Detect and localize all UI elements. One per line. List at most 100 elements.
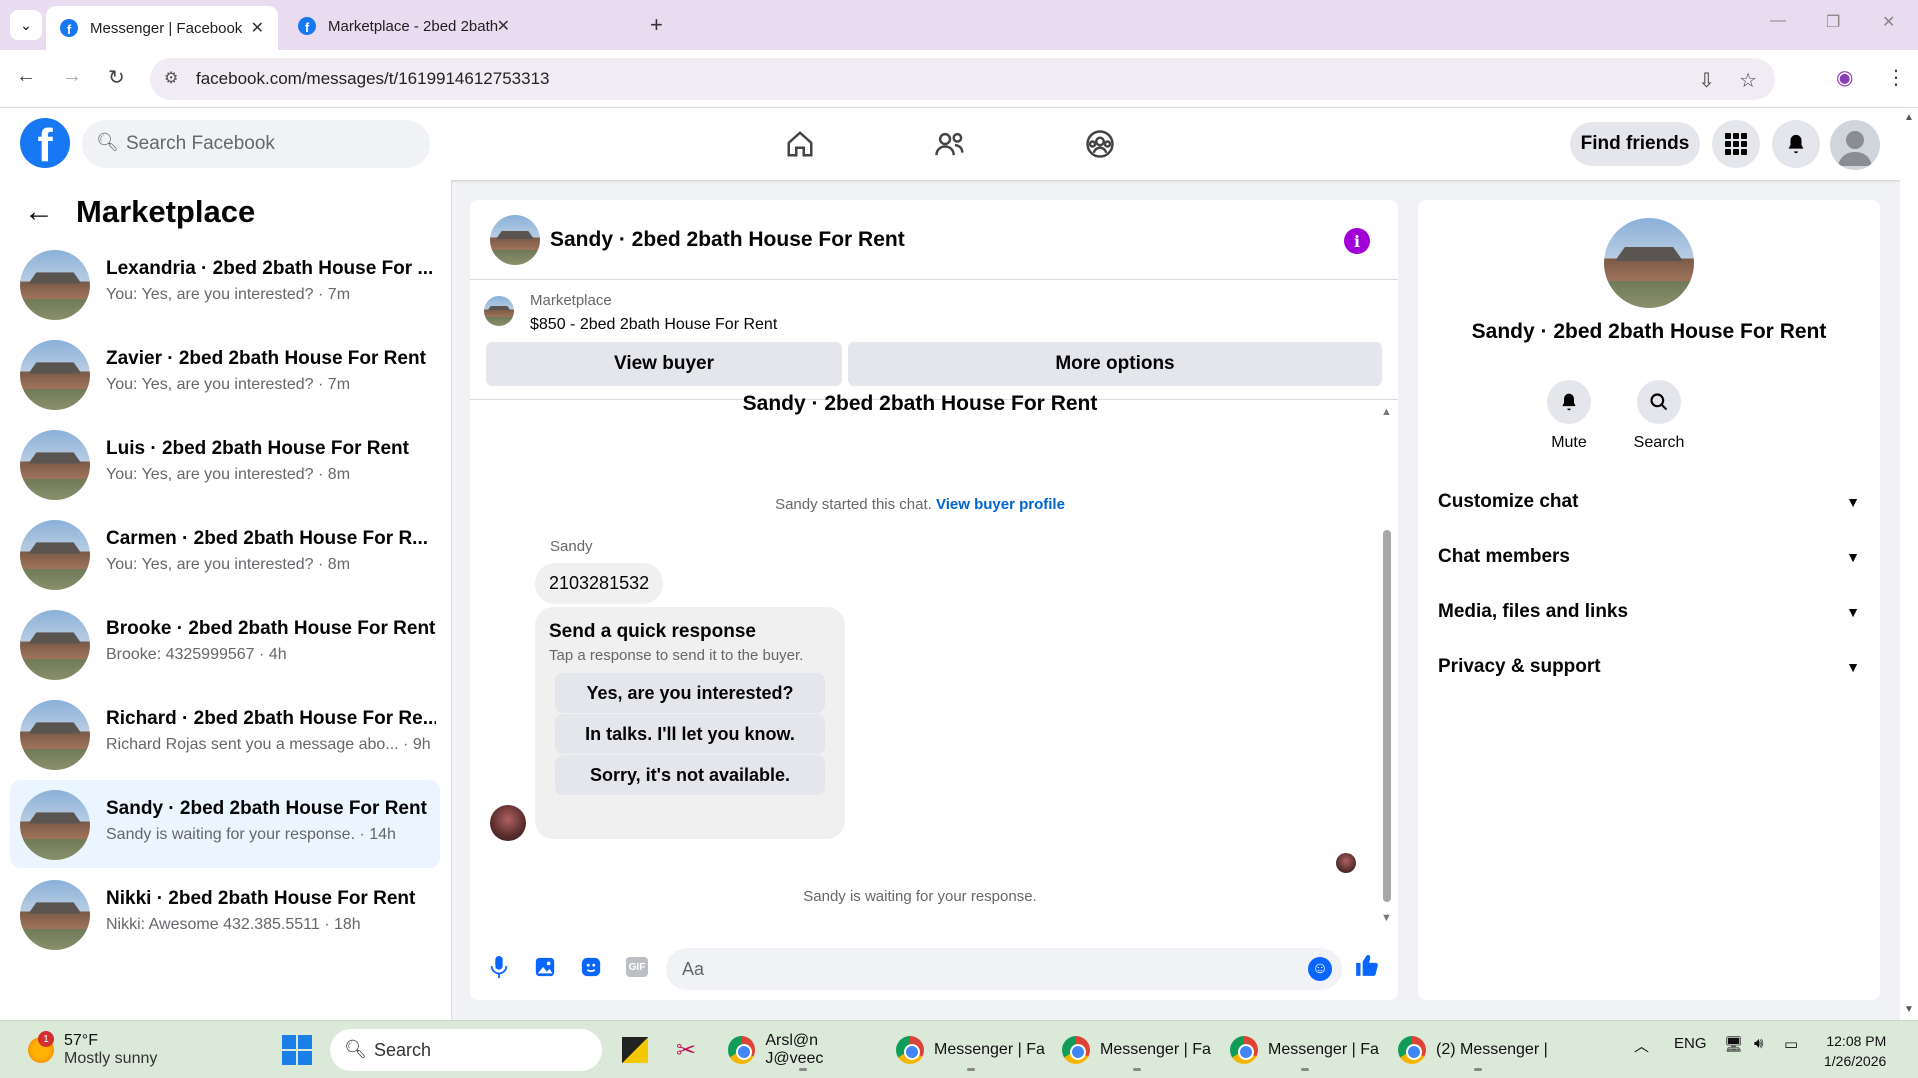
restore-icon[interactable]: ❐ <box>1826 12 1840 32</box>
taskbar-app-chrome[interactable]: (2) Messenger | <box>1398 1029 1558 1071</box>
taskbar-search[interactable]: 🔍︎ Search <box>330 1029 602 1071</box>
scroll-up-icon[interactable]: ▲ <box>1904 112 1914 123</box>
listing-thumbnail <box>20 610 90 680</box>
close-icon[interactable]: ✕ <box>497 16 510 36</box>
volume-icon[interactable]: 🔊︎ <box>1754 1035 1763 1052</box>
reload-icon[interactable]: ↻ <box>108 65 125 90</box>
show-hidden-icons-chevron-icon[interactable]: ︿ <box>1634 1035 1649 1056</box>
conversation-item[interactable]: Luis · 2bed 2bath House For Rent You: Ye… <box>10 420 440 508</box>
mute-button[interactable]: Mute <box>1524 380 1614 452</box>
listing-price-title[interactable]: $850 - 2bed 2bath House For Rent <box>530 316 777 334</box>
listing-photo[interactable] <box>1604 218 1694 308</box>
scrollbar-thumb[interactable] <box>1383 530 1391 902</box>
close-icon[interactable]: ✕ <box>251 18 264 38</box>
site-settings-icon[interactable]: ⚙ <box>164 68 178 88</box>
view-buyer-button[interactable]: View buyer <box>486 342 842 386</box>
conversation-name: Sandy · 2bed 2bath House For Rent <box>106 798 427 819</box>
privacy-support-row[interactable]: Privacy & support ▼ <box>1438 645 1860 689</box>
search-conversation-button[interactable]: Search <box>1614 380 1704 452</box>
menu-grid-icon[interactable] <box>1712 120 1760 168</box>
conversation-item[interactable]: Lexandria · 2bed 2bath House For ... You… <box>10 240 440 328</box>
scroll-up-icon[interactable]: ▲ <box>1381 406 1392 418</box>
conversation-item[interactable]: Nikki · 2bed 2bath House For Rent Nikki:… <box>10 870 440 958</box>
taskbar-app-chrome[interactable]: Messenger | Fa <box>896 1029 1046 1071</box>
taskbar-app-chrome[interactable]: Messenger | Fa <box>1062 1029 1212 1071</box>
taskbar-search-label: Search <box>374 1039 432 1060</box>
media-files-links-row[interactable]: Media, files and links ▼ <box>1438 590 1860 634</box>
find-friends-button[interactable]: Find friends <box>1570 122 1700 166</box>
install-app-icon[interactable]: ⇩ <box>1698 68 1715 93</box>
back-arrow-icon[interactable]: ← <box>24 195 54 229</box>
row-label: Media, files and links <box>1438 601 1629 622</box>
groups-icon[interactable] <box>1080 126 1120 162</box>
microphone-icon[interactable] <box>486 954 512 980</box>
conversation-item[interactable]: Richard · 2bed 2bath House For Re... Ric… <box>10 690 440 778</box>
network-icon[interactable]: 🖥︎ <box>1724 1035 1743 1053</box>
taskbar-app-chrome[interactable]: Messenger | Fa <box>1230 1029 1380 1071</box>
conversation-name: Lexandria · 2bed 2bath House For ... <box>106 258 434 279</box>
conversation-item-selected[interactable]: Sandy · 2bed 2bath House For Rent Sandy … <box>10 780 440 868</box>
scroll-down-icon[interactable]: ▼ <box>1904 1004 1914 1015</box>
like-thumbs-up-icon[interactable] <box>1354 952 1380 978</box>
chevron-down-icon: ▼ <box>1846 659 1860 675</box>
sender-avatar[interactable] <box>490 805 526 841</box>
facebook-logo[interactable]: f <box>20 118 70 168</box>
url-bar[interactable]: ⚙ facebook.com/messages/t/16199146127533… <box>150 58 1775 100</box>
tab-search-dropdown[interactable]: ⌄ <box>10 10 42 40</box>
listing-thumbnail <box>20 430 90 500</box>
friends-icon[interactable] <box>930 126 970 162</box>
tab-title: Messenger | Facebook <box>90 19 243 37</box>
search-facebook-input[interactable]: 🔍︎ Search Facebook <box>82 120 430 168</box>
taskbar-app-label: Messenger | Fa <box>934 1041 1045 1058</box>
sticky-notes-icon[interactable] <box>622 1029 648 1071</box>
emoji-icon[interactable]: ☺ <box>1308 957 1332 981</box>
photo-icon[interactable] <box>532 954 558 980</box>
conversation-name: Carmen · 2bed 2bath House For R... <box>106 528 428 549</box>
forward-icon[interactable]: → <box>62 65 82 88</box>
new-tab-icon[interactable]: + <box>650 12 663 38</box>
menu-kebab-icon[interactable]: ⋮ <box>1886 65 1906 90</box>
quick-reply-button[interactable]: In talks. I'll let you know. <box>555 714 825 754</box>
conversation-item[interactable]: Zavier · 2bed 2bath House For Rent You: … <box>10 330 440 418</box>
seen-indicator-avatar <box>1336 853 1356 873</box>
sidebar-title: Marketplace <box>76 194 256 229</box>
back-icon[interactable]: ← <box>16 65 36 88</box>
chat-scrollbar[interactable]: ▲ ▼ <box>1380 406 1394 926</box>
listing-thumbnail[interactable] <box>490 215 540 265</box>
window-close-icon[interactable]: ✕ <box>1882 12 1895 32</box>
scroll-down-icon[interactable]: ▼ <box>1381 912 1392 924</box>
tab-title: Marketplace - 2bed 2bath Hous <box>328 17 500 35</box>
more-options-button[interactable]: More options <box>848 342 1382 386</box>
page-scrollbar[interactable]: ▲ ▼ <box>1900 108 1918 1020</box>
quick-reply-button[interactable]: Yes, are you interested? <box>555 673 825 713</box>
profile-icon[interactable]: ◉ <box>1836 65 1853 90</box>
weather-widget[interactable]: 1 57°F Mostly sunny <box>28 1029 157 1071</box>
listing-thumbnail <box>484 296 514 326</box>
tab-messenger[interactable]: f Messenger | Facebook ✕ <box>46 6 278 50</box>
quick-reply-button[interactable]: Sorry, it's not available. <box>555 755 825 795</box>
windows-taskbar: 1 57°F Mostly sunny 🔍︎ Search ✂ Arsl@n J… <box>0 1020 1918 1078</box>
info-icon[interactable]: i <box>1344 228 1370 254</box>
minimize-icon[interactable]: — <box>1770 12 1786 30</box>
sticker-icon[interactable] <box>578 954 604 980</box>
conversation-item[interactable]: Brooke · 2bed 2bath House For Rent Brook… <box>10 600 440 688</box>
start-button[interactable] <box>282 1029 312 1071</box>
gif-icon[interactable]: GIF <box>624 954 650 980</box>
bookmark-star-icon[interactable]: ☆ <box>1739 68 1757 93</box>
chat-title[interactable]: Sandy · 2bed 2bath House For Rent <box>550 228 905 252</box>
battery-icon[interactable]: ▭ <box>1784 1035 1798 1053</box>
view-buyer-profile-link[interactable]: View buyer profile <box>936 496 1065 513</box>
account-avatar[interactable] <box>1830 120 1880 170</box>
snipping-tool-icon[interactable]: ✂ <box>676 1029 696 1071</box>
message-input[interactable]: Aa ☺ <box>666 948 1342 990</box>
chat-members-row[interactable]: Chat members ▼ <box>1438 535 1860 579</box>
notifications-bell-icon[interactable] <box>1772 120 1820 168</box>
tab-marketplace[interactable]: f Marketplace - 2bed 2bath Hous ✕ <box>284 6 524 46</box>
customize-chat-row[interactable]: Customize chat ▼ <box>1438 480 1860 524</box>
conversation-item[interactable]: Carmen · 2bed 2bath House For R... You: … <box>10 510 440 598</box>
clock[interactable]: 12:08 PM 1/26/2026 <box>1824 1031 1886 1071</box>
input-language[interactable]: ENG <box>1674 1035 1707 1052</box>
clock-time: 12:08 PM <box>1826 1033 1887 1049</box>
home-icon[interactable] <box>780 126 820 162</box>
taskbar-app-chrome[interactable]: Arsl@n J@veec <box>728 1029 878 1071</box>
